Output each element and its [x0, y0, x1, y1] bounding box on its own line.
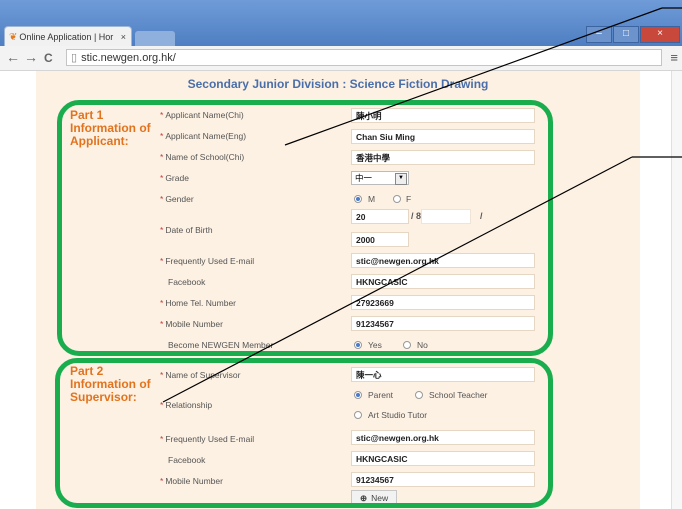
supervisor-name-label: * Name of Supervisor — [160, 370, 241, 380]
supervisor-facebook-label: Facebook — [168, 455, 206, 465]
plus-circle-icon: ⊕ — [360, 493, 368, 503]
mobile-input[interactable]: 91234567 — [351, 316, 535, 331]
relationship-parent-radio[interactable] — [354, 391, 362, 399]
part1-title: Part 1 Information of Applicant: — [70, 109, 151, 148]
member-no-radio[interactable] — [403, 341, 411, 349]
email-label: * Frequently Used E-mail — [160, 256, 255, 266]
reload-icon[interactable]: C — [44, 51, 53, 65]
new-button-label: New — [371, 493, 389, 503]
relationship-tutor-radio[interactable] — [354, 411, 362, 419]
member-no-label: No — [417, 340, 428, 350]
favicon-icon: ❦ — [9, 32, 18, 43]
menu-icon[interactable]: ≡ — [670, 50, 678, 65]
grade-label: * Grade — [160, 173, 189, 183]
gender-f-radio[interactable] — [393, 195, 401, 203]
window-controls: – □ × — [586, 26, 680, 43]
gender-m-label: M — [368, 194, 376, 204]
relationship-teacher-radio[interactable] — [415, 391, 423, 399]
part2-title: Part 2 Information of Supervisor: — [70, 365, 151, 404]
member-yes-radio[interactable] — [354, 341, 362, 349]
supervisor-email-label: * Frequently Used E-mail — [160, 434, 255, 444]
part2-title-line: Supervisor: — [70, 390, 137, 404]
url-text: stic.newgen.org.hk/ — [81, 52, 176, 64]
forward-icon[interactable]: → — [24, 49, 38, 65]
relationship-label: * Relationship — [160, 400, 213, 410]
relationship-teacher-label: School Teacher — [429, 390, 488, 400]
dob-day-input[interactable]: 20 — [351, 209, 409, 224]
email-input[interactable]: stic@newgen.org.hk — [351, 253, 535, 268]
new-tab-button[interactable] — [135, 31, 175, 46]
member-label: Become NEWGEN Member — [168, 340, 274, 350]
mobile-label: * Mobile Number — [160, 319, 223, 329]
close-window-button[interactable]: × — [640, 26, 680, 43]
applicant-name-eng-label: * Applicant Name(Eng) — [160, 131, 247, 141]
tab-title: Online Application | Hor — [19, 32, 114, 42]
grade-selected-value: 中一 — [355, 173, 373, 183]
supervisor-name-input[interactable]: 陳一心 — [351, 367, 535, 382]
relationship-tutor-label: Art Studio Tutor — [368, 410, 428, 420]
gender-m-radio[interactable] — [354, 195, 362, 203]
dob-month-input[interactable] — [421, 209, 471, 224]
home-tel-input[interactable]: 27923669 — [351, 295, 535, 310]
maximize-button[interactable]: □ — [613, 26, 639, 43]
part1-title-line: Applicant: — [70, 134, 129, 148]
browser-toolbar: ← → C ▯ stic.newgen.org.hk/ ≡ — [0, 46, 682, 71]
chevron-down-icon: ▼ — [395, 173, 407, 185]
dob-year-input[interactable]: 2000 — [351, 232, 409, 247]
new-button[interactable]: ⊕ New — [351, 490, 398, 505]
facebook-input[interactable]: HKNGCASIC — [351, 274, 535, 289]
home-tel-label: * Home Tel. Number — [160, 298, 237, 308]
dob-separator: / — [480, 211, 483, 221]
gender-f-label: F — [406, 194, 412, 204]
member-yes-label: Yes — [368, 340, 382, 350]
applicant-name-eng-input[interactable]: Chan Siu Ming — [351, 129, 535, 144]
relationship-parent-label: Parent — [368, 390, 394, 400]
supervisor-facebook-input[interactable]: HKNGCASIC — [351, 451, 535, 466]
applicant-name-chi-label: * Applicant Name(Chi) — [160, 110, 244, 120]
address-bar[interactable]: ▯ stic.newgen.org.hk/ — [66, 49, 662, 66]
supervisor-mobile-input[interactable]: 91234567 — [351, 472, 535, 487]
applicant-name-chi-input[interactable]: 陳小明 — [351, 108, 535, 123]
gender-label: * Gender — [160, 194, 194, 204]
browser-tab[interactable]: ❦ Online Application | Hor × — [4, 26, 132, 46]
dob-separator: / 8 — [411, 211, 422, 221]
grade-select[interactable]: 中一 ▼ — [351, 171, 409, 185]
page-icon: ▯ — [71, 52, 78, 64]
dob-label: * Date of Birth — [160, 225, 213, 235]
school-name-chi-input[interactable]: 香港中學 — [351, 150, 535, 165]
school-name-chi-label: * Name of School(Chi) — [160, 152, 245, 162]
scrollbar[interactable] — [671, 71, 682, 509]
supervisor-email-input[interactable]: stic@newgen.org.hk — [351, 430, 535, 445]
minimize-button[interactable]: – — [586, 26, 612, 43]
supervisor-mobile-label: * Mobile Number — [160, 476, 223, 486]
page-title: Secondary Junior Division : Science Fict… — [187, 77, 489, 91]
facebook-label: Facebook — [168, 277, 206, 287]
tab-close-icon[interactable]: × — [121, 27, 126, 46]
back-icon[interactable]: ← — [6, 49, 20, 65]
